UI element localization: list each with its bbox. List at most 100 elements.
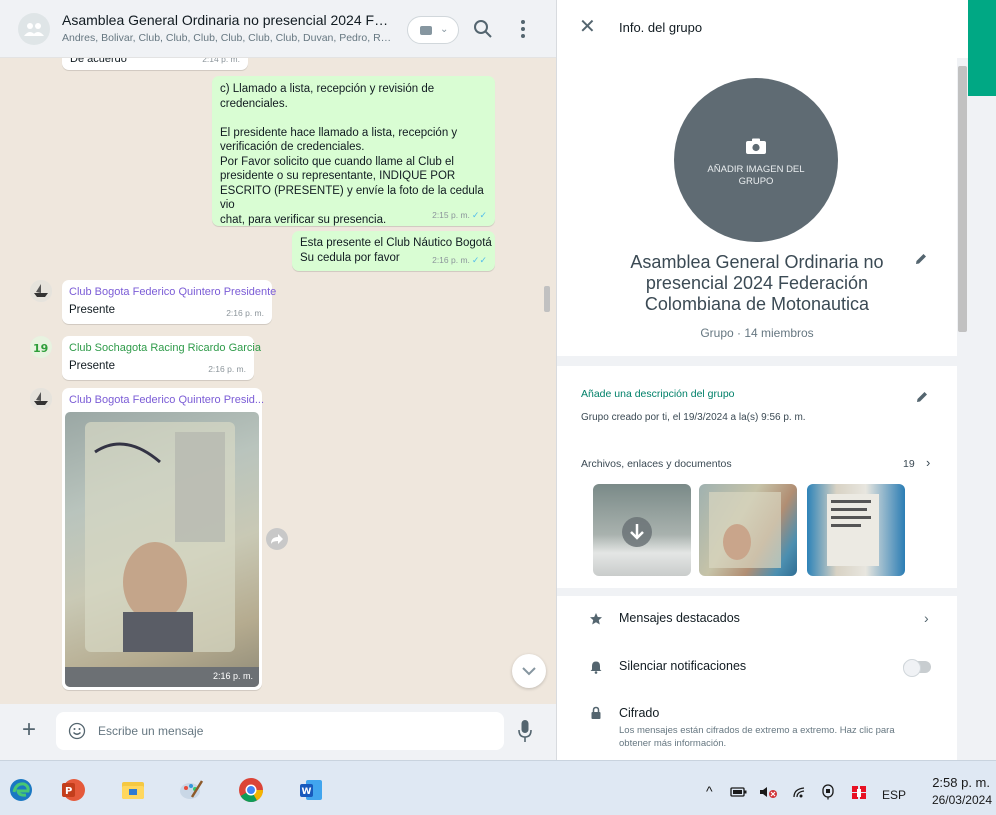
group-member-count[interactable]: Grupo · 14 miembros bbox=[557, 326, 957, 340]
video-camera-icon bbox=[420, 26, 432, 35]
meet-now-icon[interactable] bbox=[820, 784, 836, 800]
id-card-thumbnail bbox=[709, 492, 781, 568]
chrome-icon[interactable] bbox=[238, 777, 264, 803]
message-input[interactable]: Escribe un mensaje bbox=[56, 712, 504, 750]
mute-notifications-label: Silenciar notificaciones bbox=[619, 659, 747, 673]
chat-members[interactable]: Andres, Bolivar, Club, Club, Club, Club,… bbox=[62, 32, 392, 44]
group-photo-upload[interactable]: AÑADIR IMAGEN DEL GRUPO bbox=[674, 78, 838, 242]
starred-messages-row[interactable]: Mensajes destacados › bbox=[557, 596, 957, 642]
clock-date[interactable]: 26/03/2024 bbox=[912, 793, 992, 807]
sender-name[interactable]: Club Bogota Federico Quintero Presidente bbox=[69, 286, 276, 299]
chat-pane: Asamblea General Ordinaria no presencial… bbox=[0, 0, 556, 760]
mute-notifications-row[interactable]: Silenciar notificaciones bbox=[557, 644, 957, 690]
chat-header[interactable]: Asamblea General Ordinaria no presencial… bbox=[0, 0, 556, 58]
whatsapp-tab[interactable] bbox=[968, 0, 996, 96]
volume-muted-icon[interactable] bbox=[758, 785, 778, 799]
boat-logo-icon bbox=[30, 388, 52, 410]
search-icon[interactable] bbox=[472, 18, 494, 40]
file-explorer-icon[interactable] bbox=[120, 777, 146, 803]
message-list[interactable]: De acuerdo 2:14 p. m. c) Llamado a lista… bbox=[0, 58, 556, 704]
message-bubble[interactable]: De acuerdo 2:14 p. m. bbox=[62, 58, 248, 70]
group-created-info: Grupo creado por ti, el 19/3/2024 a la(s… bbox=[581, 412, 806, 423]
language-indicator[interactable]: ESP bbox=[882, 788, 906, 802]
group-options-card: Mensajes destacados › Silenciar notifica… bbox=[557, 596, 957, 760]
microphone-icon[interactable] bbox=[516, 718, 534, 744]
info-scrollbar[interactable] bbox=[958, 66, 967, 332]
scroll-to-bottom-button[interactable] bbox=[512, 654, 546, 688]
download-icon bbox=[622, 517, 652, 547]
clock-time[interactable]: 2:58 p. m. bbox=[926, 775, 990, 790]
chevron-right-icon: › bbox=[924, 610, 929, 626]
message-line: El presidente hace llamado a lista, rece… bbox=[220, 126, 458, 139]
starred-messages-label: Mensajes destacados bbox=[619, 611, 740, 625]
document-thumbnail bbox=[827, 494, 879, 566]
add-photo-label: AÑADIR IMAGEN DEL GRUPO bbox=[707, 164, 805, 187]
lock-icon bbox=[591, 706, 601, 719]
message-line: verificación de credenciales. bbox=[220, 141, 365, 153]
battery-icon[interactable] bbox=[730, 785, 748, 799]
svg-text:19: 19 bbox=[33, 342, 48, 355]
media-section-label[interactable]: Archivos, enlaces y documentos bbox=[581, 458, 732, 470]
sender-avatar[interactable] bbox=[30, 280, 52, 302]
message-bubble-incoming[interactable]: Club Sochagota Racing Ricardo Garcia Pre… bbox=[62, 336, 261, 380]
mute-toggle[interactable] bbox=[903, 659, 931, 677]
add-description-link[interactable]: Añade una descripción del grupo bbox=[581, 388, 735, 400]
message-time: 2:16 p. m. ✓✓ bbox=[432, 253, 487, 268]
word-icon[interactable]: W bbox=[298, 777, 324, 803]
message-line: Por Favor solicito que cuando llame al C… bbox=[220, 155, 454, 168]
message-time: 2:14 p. m. bbox=[202, 58, 240, 64]
media-thumbnail[interactable] bbox=[593, 484, 691, 576]
svg-text:W: W bbox=[302, 787, 312, 797]
encryption-row[interactable]: Cifrado Los mensajes están cifrados de e… bbox=[557, 692, 957, 760]
edit-description-icon[interactable] bbox=[915, 390, 929, 404]
sender-avatar[interactable]: 19 bbox=[30, 336, 52, 358]
message-bubble-incoming[interactable]: Club Bogota Federico Quintero Presidente… bbox=[62, 280, 276, 324]
message-bubble-incoming-image[interactable]: Club Bogota Federico Quintero Presid... … bbox=[62, 388, 264, 690]
media-count[interactable]: 19 bbox=[903, 458, 915, 470]
more-options-icon[interactable] bbox=[516, 18, 530, 40]
chat-title[interactable]: Asamblea General Ordinaria no presencial… bbox=[62, 12, 392, 28]
edit-name-icon[interactable] bbox=[914, 252, 928, 266]
message-text: Presente bbox=[69, 360, 116, 372]
group-info-panel: ✕ Info. del grupo AÑADIR IMAGEN DEL GRUP… bbox=[556, 0, 968, 760]
edge-icon[interactable] bbox=[8, 777, 34, 803]
sender-name[interactable]: Club Bogota Federico Quintero Presid... bbox=[69, 394, 264, 407]
powerpoint-icon[interactable]: P bbox=[60, 777, 86, 803]
close-icon[interactable]: ✕ bbox=[579, 17, 596, 37]
group-avatar[interactable] bbox=[18, 13, 50, 45]
group-icon bbox=[24, 23, 44, 36]
chevron-right-icon[interactable]: › bbox=[926, 455, 930, 470]
id-card-photo[interactable]: 2:16 p. m. bbox=[65, 412, 259, 687]
chevron-down-icon: ⌄ bbox=[440, 24, 449, 35]
message-bubble-outgoing[interactable]: c) Llamado a lista, recepción y revisión… bbox=[212, 76, 495, 226]
wifi-icon[interactable] bbox=[792, 785, 808, 799]
group-description-card: Añade una descripción del grupo Grupo cr… bbox=[557, 366, 957, 588]
camera-icon bbox=[746, 138, 766, 154]
defender-alert-icon[interactable] bbox=[850, 784, 868, 800]
media-thumbnail[interactable] bbox=[699, 484, 797, 576]
message-bubble-outgoing[interactable]: Esta presente el Club Náutico Bogotá Su … bbox=[292, 231, 495, 271]
message-composer: + Escribe un mensaje bbox=[0, 704, 556, 760]
sender-name[interactable]: Club Sochagota Racing Ricardo Garcia bbox=[69, 342, 261, 355]
paint-icon[interactable] bbox=[178, 777, 204, 803]
browser-side-strip bbox=[968, 0, 996, 760]
emoji-icon[interactable] bbox=[68, 722, 86, 740]
sender-avatar[interactable] bbox=[30, 388, 52, 410]
info-header: ✕ Info. del grupo bbox=[557, 0, 968, 58]
message-line: Esta presente el Club Náutico Bogotá bbox=[300, 237, 492, 249]
image-time: 2:16 p. m. bbox=[212, 670, 253, 681]
message-time: 2:15 p. m. ✓✓ bbox=[432, 208, 487, 223]
chevron-down-icon bbox=[522, 667, 536, 676]
video-call-button[interactable]: ⌄ bbox=[407, 16, 459, 44]
message-time: 2:16 p. m. bbox=[208, 363, 246, 374]
chat-scrollbar[interactable] bbox=[544, 286, 550, 312]
message-time: 2:16 p. m. bbox=[226, 307, 264, 318]
group-name: Asamblea General Ordinaria no presencial… bbox=[630, 252, 884, 314]
forward-icon bbox=[271, 534, 283, 544]
forward-button[interactable] bbox=[266, 528, 288, 550]
message-placeholder: Escribe un mensaje bbox=[98, 724, 204, 738]
media-thumbnail[interactable] bbox=[807, 484, 905, 576]
tray-chevron-up-icon[interactable]: ^ bbox=[706, 783, 713, 799]
info-title: Info. del grupo bbox=[619, 20, 703, 35]
attach-button[interactable]: + bbox=[22, 718, 36, 742]
